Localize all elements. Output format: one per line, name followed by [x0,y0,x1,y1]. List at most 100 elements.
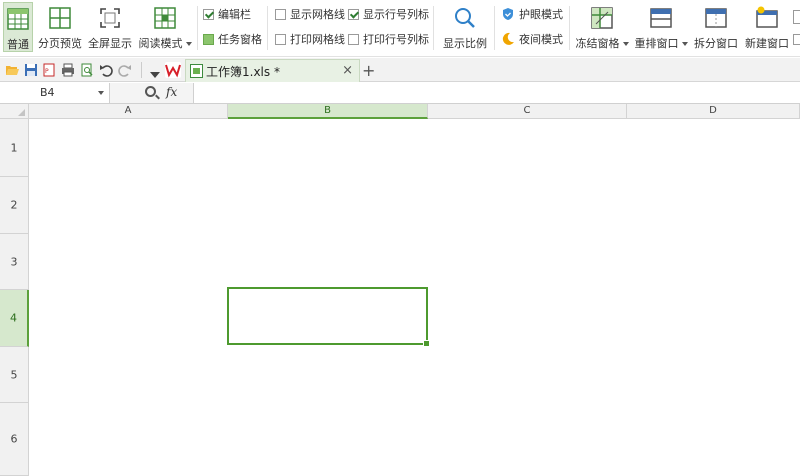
redo-icon[interactable] [118,63,132,77]
reading-mode-label: 阅读模式 [138,37,183,50]
shield-icon [503,8,513,20]
edit-bar-checkbox[interactable]: 编辑栏 [203,6,251,22]
svg-text:P: P [45,68,49,75]
checkbox-icon [275,33,286,45]
arrange-windows-icon [649,6,673,30]
select-all-button[interactable] [0,104,29,119]
row-header-2[interactable]: 2 [0,177,29,234]
column-header-d[interactable]: D [627,104,800,119]
reading-mode-icon [153,6,177,30]
print-row-col-headers-label: 打印行号列标 [363,33,429,46]
print-gridlines-label: 打印网格线 [290,33,345,46]
normal-view-button[interactable]: 普通 [3,2,33,52]
checkmark-icon [203,8,214,20]
show-gridlines-checkbox[interactable]: 显示网格线 [275,6,345,22]
close-tab-icon[interactable]: × [342,63,353,78]
full-screen-icon [98,6,122,30]
checkbox-icon [348,33,359,45]
chevron-down-icon [622,42,629,46]
row-header-label: 4 [10,311,17,325]
page-break-preview-label: 分页预览 [38,37,82,50]
edit-bar-label: 编辑栏 [218,8,251,21]
full-screen-button[interactable]: 全屏显示 [87,2,133,52]
split-window-label: 拆分窗口 [694,37,738,50]
print-row-col-headers-checkbox[interactable]: 打印行号列标 [348,31,429,47]
ribbon-divider [494,6,495,50]
formula-bar: B4 fx [0,83,800,104]
moon-icon [502,32,514,45]
eye-protection-button[interactable]: 护眼模式 [501,6,563,22]
chevron-down-icon [681,42,688,46]
wps-logo-icon[interactable] [165,62,181,78]
print-preview-icon[interactable] [80,63,94,77]
checkbox-icon [275,8,286,20]
more-ribbon-icon[interactable] [793,34,800,45]
tab-workbook[interactable]: 工作簿1.xls * × [185,59,360,82]
worksheet-grid: A B C D 1 2 3 4 5 6 [0,104,800,476]
tab-workbook-label: 工作簿1.xls * [206,64,280,79]
freeze-panes-icon [590,6,614,30]
row-header-label: 2 [10,198,18,212]
row-header-1[interactable]: 1 [0,119,29,177]
open-folder-icon[interactable] [5,63,19,77]
save-icon[interactable] [24,63,38,77]
zoom-search-icon[interactable] [145,86,156,97]
full-screen-label: 全屏显示 [88,37,132,50]
more-ribbon-icon[interactable] [793,10,800,24]
new-window-label: 新建窗口 [745,37,789,50]
freeze-panes-label: 冻结窗格 [575,37,620,50]
print-icon[interactable] [61,63,75,77]
insert-function-button[interactable]: fx [166,85,177,99]
zoom-button[interactable]: 显示比例 [440,2,490,52]
ribbon-divider [433,6,434,50]
night-mode-label: 夜间模式 [519,33,563,46]
show-gridlines-label: 显示网格线 [290,8,345,21]
show-row-col-headers-checkbox[interactable]: 显示行号列标 [348,6,429,22]
ribbon-divider [267,6,268,50]
spreadsheet-icon [190,64,203,78]
split-window-button[interactable]: 拆分窗口 [692,2,740,52]
print-gridlines-checkbox[interactable]: 打印网格线 [275,31,345,47]
row-header-6[interactable]: 6 [0,403,29,476]
formula-input[interactable] [195,83,800,103]
toolbar-divider [141,62,142,78]
selected-cell-b4[interactable] [227,287,430,347]
column-header-b[interactable]: B [228,104,428,119]
freeze-panes-button[interactable]: 冻结窗格 [575,2,629,52]
eye-protection-label: 护眼模式 [519,8,563,21]
page-break-preview-button[interactable]: 分页预览 [37,2,83,52]
zoom-label: 显示比例 [443,37,487,50]
task-pane-label: 任务窗格 [218,33,262,46]
name-box[interactable]: B4 [0,83,110,103]
ribbon-divider [197,6,198,50]
row-header-3[interactable]: 3 [0,234,29,290]
ribbon-view-tab: 普通 分页预览 全屏显示 阅读模式 编辑栏 任务窗格 显示网格线 显示行号列标 [0,0,800,57]
quick-access-toolbar: P [0,58,800,82]
column-header-a[interactable]: A [29,104,228,119]
chevron-down-icon [98,91,104,95]
split-window-icon [704,6,728,30]
task-pane-checkbox[interactable]: 任务窗格 [203,31,262,47]
arrange-windows-button[interactable]: 重排窗口 [634,2,688,52]
formula-tools: fx [110,83,194,103]
row-header-label: 1 [10,141,18,154]
column-header-c[interactable]: C [428,104,627,119]
undo-icon[interactable] [99,63,113,77]
night-mode-button[interactable]: 夜间模式 [501,31,563,47]
new-window-button[interactable]: 新建窗口 [743,2,791,52]
row-header-label: 3 [10,255,18,268]
row-header-label: 6 [10,432,18,446]
reading-mode-button[interactable]: 阅读模式 [137,2,193,52]
row-header-5[interactable]: 5 [0,347,29,403]
arrange-windows-label: 重排窗口 [634,37,679,50]
checkmark-icon [348,8,359,20]
name-box-value: B4 [40,86,55,99]
new-tab-button[interactable]: + [362,61,375,80]
row-header-label: 5 [10,368,18,381]
chevron-down-icon [185,42,192,46]
new-window-icon [755,6,779,30]
row-header-4[interactable]: 4 [0,290,29,347]
export-pdf-icon[interactable]: P [42,63,56,77]
task-pane-icon [203,33,214,45]
customize-dropdown-icon[interactable] [147,68,160,81]
